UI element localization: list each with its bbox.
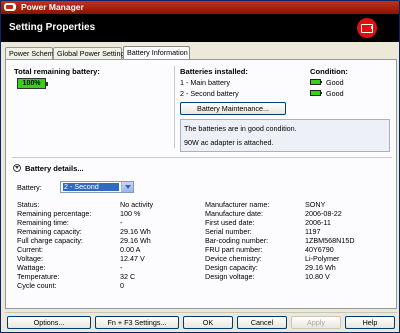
detail-label: Remaining capacity: bbox=[17, 227, 82, 236]
footer-divider bbox=[5, 312, 397, 313]
dropdown-arrow-icon[interactable] bbox=[121, 182, 133, 192]
battery-select[interactable]: 2 - Second bbox=[60, 181, 134, 193]
title-bar[interactable]: Power Manager bbox=[1, 1, 399, 14]
detail-label: Temperature: bbox=[17, 272, 60, 281]
horizontal-divider bbox=[12, 157, 392, 158]
detail-value: - bbox=[120, 263, 123, 272]
battery-select-value: 2 - Second bbox=[63, 183, 119, 191]
battery-details-heading[interactable]: Battery details... bbox=[25, 164, 84, 173]
collapse-icon[interactable] bbox=[13, 164, 21, 172]
detail-value: - bbox=[120, 218, 123, 227]
header-banner: Setting Properties bbox=[1, 14, 399, 42]
detail-value: SONY bbox=[305, 200, 326, 209]
detail-label: Device chemistry: bbox=[205, 254, 262, 263]
status-message-box: The batteries are in good condition. 90W… bbox=[180, 119, 390, 152]
detail-value: 32 C bbox=[120, 272, 136, 281]
detail-label: Remaining time: bbox=[17, 218, 69, 227]
window-title: Power Manager bbox=[21, 2, 84, 12]
battery-select-label: Battery: bbox=[17, 183, 42, 192]
detail-label: Remaining percentage: bbox=[17, 209, 92, 218]
battery-2-condition: Good bbox=[326, 89, 344, 98]
detail-label: Serial number: bbox=[205, 227, 252, 236]
help-button[interactable]: Help bbox=[345, 316, 395, 329]
app-icon bbox=[4, 3, 16, 11]
detail-label: FRU part number: bbox=[205, 245, 263, 254]
detail-value: 1197 bbox=[305, 227, 321, 236]
options-button[interactable]: Options... bbox=[7, 316, 91, 329]
detail-value: 29.16 Wh bbox=[120, 236, 151, 245]
apply-button[interactable]: Apply bbox=[291, 316, 341, 329]
detail-label: Current: bbox=[17, 245, 43, 254]
detail-value: 0 bbox=[120, 281, 124, 290]
battery-information-panel: Total remaining battery: 100% Batteries … bbox=[5, 59, 397, 309]
detail-value: 0.00 A bbox=[120, 245, 141, 254]
detail-value: 100 % bbox=[120, 209, 141, 218]
detail-label: Full charge capacity: bbox=[17, 236, 83, 245]
vertical-divider bbox=[174, 66, 175, 148]
detail-value: 29.16 Wh bbox=[305, 263, 336, 272]
detail-value: 1ZBM568N15D bbox=[305, 236, 355, 245]
cancel-button[interactable]: Cancel bbox=[237, 316, 287, 329]
detail-label: First used date: bbox=[205, 218, 255, 227]
detail-label: Manufacturer name: bbox=[205, 200, 270, 209]
power-manager-logo-icon bbox=[357, 18, 377, 38]
detail-value: Li-Polymer bbox=[305, 254, 340, 263]
detail-label: Cycle count: bbox=[17, 281, 57, 290]
battery-2-name: 2 - Second battery bbox=[180, 89, 239, 98]
total-remaining-value: 100% bbox=[22, 80, 41, 87]
detail-label: Status: bbox=[17, 200, 40, 209]
detail-label: Voltage: bbox=[17, 254, 43, 263]
battery-1-name: 1 - Main battery bbox=[180, 78, 230, 87]
detail-label: Wattage: bbox=[17, 263, 46, 272]
battery-good-icon bbox=[310, 79, 322, 85]
total-remaining-label: Total remaining battery: bbox=[14, 67, 100, 76]
ok-button[interactable]: OK bbox=[183, 316, 233, 329]
tab-battery-information[interactable]: Battery Information bbox=[123, 46, 190, 60]
status-message-2: 90W ac adapter is attached. bbox=[184, 138, 274, 147]
detail-label: Manufacture date: bbox=[205, 209, 263, 218]
detail-value: 10.80 V bbox=[305, 272, 330, 281]
detail-value: No activity bbox=[120, 200, 154, 209]
battery-maintenance-button[interactable]: Battery Maintenance... bbox=[180, 102, 286, 115]
detail-label: Design capacity: bbox=[205, 263, 258, 272]
battery-1-condition: Good bbox=[326, 78, 344, 87]
battery-full-icon: 100% bbox=[17, 78, 48, 89]
detail-value: 2006-11 bbox=[305, 218, 331, 227]
header-title: Setting Properties bbox=[9, 22, 96, 33]
detail-value: 29.16 Wh bbox=[120, 227, 151, 236]
tab-power-scheme[interactable]: Power Scheme bbox=[5, 47, 58, 59]
status-message-1: The batteries are in good condition. bbox=[184, 124, 297, 133]
power-manager-window: Power Manager Setting Properties Power S… bbox=[0, 0, 400, 333]
tab-global-power-settings[interactable]: Global Power Settings bbox=[53, 47, 128, 59]
batteries-installed-label: Batteries installed: bbox=[180, 67, 248, 76]
condition-label: Condition: bbox=[310, 67, 348, 76]
battery-good-icon bbox=[310, 90, 322, 96]
detail-label: Bar-coding number: bbox=[205, 236, 269, 245]
fn-f3-settings-button[interactable]: Fn + F3 Settings... bbox=[95, 316, 179, 329]
detail-value: 12.47 V bbox=[120, 254, 145, 263]
detail-label: Design voltage: bbox=[205, 272, 255, 281]
detail-value: 40Y6790 bbox=[305, 245, 334, 254]
detail-value: 2006-08-22 bbox=[305, 209, 342, 218]
